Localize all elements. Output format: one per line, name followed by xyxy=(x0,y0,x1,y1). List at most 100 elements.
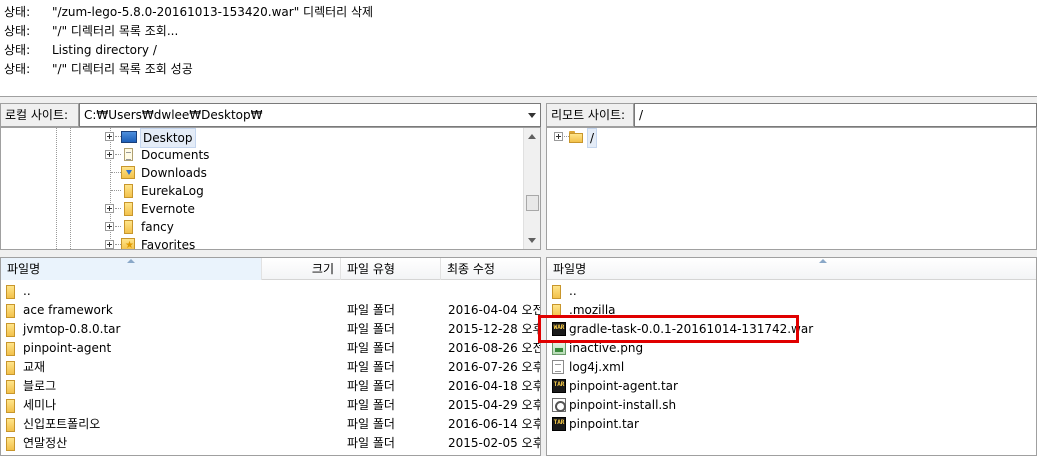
tree-item-desktop[interactable]: Desktop xyxy=(1,128,521,148)
tree-connector xyxy=(115,154,121,155)
column-label: 파일명 xyxy=(7,262,41,276)
scroll-up-arrow-icon[interactable] xyxy=(528,134,536,139)
tree-item-favorites[interactable]: Favorites xyxy=(1,236,521,250)
expand-icon[interactable] xyxy=(105,222,114,231)
list-item[interactable]: pinpoint.tar xyxy=(547,415,1036,434)
column-header-name[interactable]: 파일명 xyxy=(1,258,262,280)
tree-item-documents[interactable]: Documents xyxy=(1,146,521,164)
list-item[interactable]: pinpoint-install.sh xyxy=(547,396,1036,415)
file-name: 세미나 xyxy=(23,398,57,412)
file-name: jvmtop-0.8.0.tar xyxy=(23,322,121,336)
file-modified: 2016-06-14 오후 xyxy=(448,417,541,431)
log-text: Listing directory / xyxy=(52,43,157,57)
folder-icon xyxy=(124,183,133,198)
scrollbar-thumb[interactable] xyxy=(526,195,539,211)
list-item[interactable]: 교재 파일 폴더 2016-07-26 오후 xyxy=(1,358,540,377)
tree-item-label: Favorites xyxy=(141,238,196,250)
list-item[interactable]: 세미나 파일 폴더 2015-04-29 오후 xyxy=(1,396,540,415)
file-modified: 2015-12-28 오후 xyxy=(448,322,541,336)
folder-icon xyxy=(569,131,583,143)
log-label: 상태: xyxy=(4,62,31,76)
remote-list-header: 파일명 xyxy=(547,258,1036,280)
file-name: 교재 xyxy=(23,360,46,374)
tree-item-label: Evernote xyxy=(141,202,195,216)
expand-icon[interactable] xyxy=(105,204,114,213)
list-item[interactable]: pinpoint-agent 파일 폴더 2016-08-26 오전 xyxy=(1,339,541,358)
file-type: 파일 폴더 xyxy=(347,398,395,412)
tree-item-root[interactable]: / xyxy=(547,128,1027,148)
column-label: 파일 유형 xyxy=(347,262,395,276)
list-item[interactable]: pinpoint-agent.tar xyxy=(547,377,1036,396)
log-text: "/" 디렉터리 목록 조회 성공 xyxy=(52,62,193,76)
sort-ascending-icon xyxy=(127,259,135,263)
list-item[interactable]: .. xyxy=(547,282,1036,301)
local-list-header: 파일명 크기 파일 유형 최종 수정 xyxy=(1,258,540,280)
tree-item-label: EurekaLog xyxy=(141,184,204,198)
local-directory-tree[interactable]: Desktop Documents Downloads EurekaLog Ev… xyxy=(0,127,541,250)
tree-item-downloads[interactable]: Downloads xyxy=(1,164,521,182)
column-header-modified[interactable]: 최종 수정 xyxy=(441,258,540,280)
remote-site-bar: 리모트 사이트: / xyxy=(546,103,1037,127)
highlight-annotation-box xyxy=(538,315,799,343)
tree-item-evernote[interactable]: Evernote xyxy=(1,200,521,218)
log-text: "/" 디렉터리 목록 조회... xyxy=(52,24,179,38)
tar-archive-icon xyxy=(552,379,566,393)
column-label: 크기 xyxy=(311,262,334,276)
xml-file-icon xyxy=(552,360,564,374)
expand-icon[interactable] xyxy=(105,132,114,141)
list-item[interactable]: 연말정산 파일 폴더 2015-02-05 오후 xyxy=(1,434,541,453)
file-name: ace framework xyxy=(23,303,113,317)
scroll-down-arrow-icon[interactable] xyxy=(528,238,536,243)
document-folder-icon xyxy=(124,148,133,161)
expand-icon[interactable] xyxy=(554,132,563,141)
expand-icon[interactable] xyxy=(105,240,114,249)
remote-file-list[interactable]: 파일명 .. .mozilla gradle-task-0.0.1-201610… xyxy=(546,257,1037,456)
file-modified: 2015-02-05 오후 xyxy=(448,436,541,450)
file-name: pinpoint-agent xyxy=(23,341,112,355)
remote-directory-tree[interactable]: / xyxy=(546,127,1037,250)
local-file-list[interactable]: 파일명 크기 파일 유형 최종 수정 .. ace framework 파일 폴… xyxy=(0,257,541,456)
shell-script-icon xyxy=(552,398,566,412)
file-type: 파일 폴더 xyxy=(347,379,395,393)
folder-icon xyxy=(124,201,133,216)
log-line: 상태: "/" 디렉터리 목록 조회 성공 xyxy=(4,60,193,79)
downloads-folder-icon xyxy=(121,166,135,179)
column-header-type[interactable]: 파일 유형 xyxy=(341,258,441,280)
list-item[interactable]: 신입포트폴리오 파일 폴더 2016-06-14 오후 xyxy=(1,415,541,434)
tree-item-fancy[interactable]: fancy xyxy=(1,218,521,236)
file-type: 파일 폴더 xyxy=(347,322,395,336)
remote-path-value: / xyxy=(639,108,644,122)
local-path-value: C:₩Users₩dwlee₩Desktop₩ xyxy=(84,108,263,122)
list-item[interactable]: .. xyxy=(1,282,540,301)
file-type: 파일 폴더 xyxy=(347,436,395,450)
tree-item-label: Documents xyxy=(141,148,210,162)
list-item[interactable]: 블로그 파일 폴더 2016-04-18 오후 xyxy=(1,377,541,396)
remote-path-input[interactable]: / xyxy=(634,103,1037,127)
file-name: pinpoint-agent.tar xyxy=(569,379,678,393)
png-image-icon xyxy=(552,341,566,355)
tar-archive-icon xyxy=(552,417,566,431)
local-path-combobox[interactable]: C:₩Users₩dwlee₩Desktop₩ xyxy=(79,103,541,127)
dropdown-arrow-icon[interactable] xyxy=(528,113,536,118)
list-item[interactable]: jvmtop-0.8.0.tar 파일 폴더 2015-12-28 오후 xyxy=(1,320,541,339)
list-item[interactable]: ace framework 파일 폴더 2016-04-04 오전 xyxy=(1,301,540,320)
tree-item-eurekalog[interactable]: EurekaLog xyxy=(1,182,521,200)
local-tree-scrollbar[interactable] xyxy=(523,128,540,249)
column-header-size[interactable]: 크기 xyxy=(262,258,341,280)
log-text: "/zum-lego-5.8.0-20161013-153420.war" 디렉… xyxy=(52,5,374,19)
list-item[interactable]: log4j.xml xyxy=(547,358,1036,377)
folder-icon xyxy=(6,322,15,337)
tree-connector xyxy=(111,172,121,173)
file-name: pinpoint.tar xyxy=(569,417,639,431)
tree-item-label: fancy xyxy=(141,220,174,234)
column-header-name[interactable]: 파일명 xyxy=(547,258,1036,280)
message-log[interactable]: 상태: "/zum-lego-5.8.0-20161013-153420.war"… xyxy=(0,0,1037,97)
file-modified: 2016-08-26 오전 xyxy=(448,341,541,355)
file-name: .. xyxy=(23,284,31,298)
file-name: 연말정산 xyxy=(23,436,68,450)
local-site-label: 로컬 사이트: xyxy=(0,103,79,127)
file-type: 파일 폴더 xyxy=(347,341,395,355)
file-modified: 2016-04-18 오후 xyxy=(448,379,541,393)
expand-icon[interactable] xyxy=(105,150,114,159)
tree-item-label: Desktop xyxy=(140,128,196,148)
